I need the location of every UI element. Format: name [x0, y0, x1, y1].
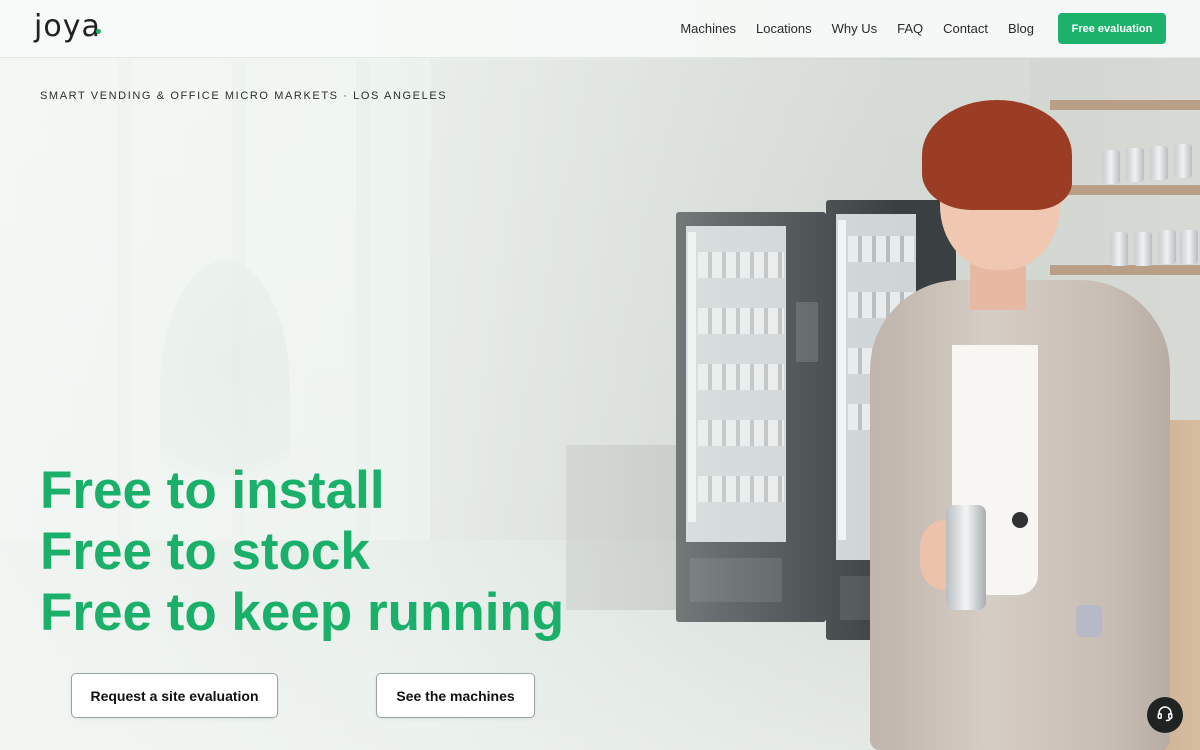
- headset-icon: [1156, 704, 1174, 727]
- nav-locations[interactable]: Locations: [756, 21, 812, 36]
- request-site-evaluation-button[interactable]: Request a site evaluation: [71, 673, 278, 718]
- see-the-machines-button[interactable]: See the machines: [376, 673, 535, 718]
- nav-machines[interactable]: Machines: [680, 21, 736, 36]
- headline-line-3: Free to keep running: [40, 583, 565, 642]
- hero-headline: Free to install Free to stock Free to ke…: [40, 460, 564, 643]
- support-chat-button[interactable]: [1147, 697, 1183, 733]
- nav-blog[interactable]: Blog: [1008, 21, 1034, 36]
- nav-faq[interactable]: FAQ: [897, 21, 923, 36]
- nav-why-us[interactable]: Why Us: [832, 21, 878, 36]
- hero-eyebrow: SMART VENDING & OFFICE MICRO MARKETS · L…: [40, 90, 448, 102]
- top-nav: joya Machines Locations Why Us FAQ Conta…: [0, 0, 1200, 58]
- main-menu: Machines Locations Why Us FAQ Contact Bl…: [680, 0, 1034, 57]
- joya-logo[interactable]: joya: [34, 10, 101, 44]
- headline-line-2: Free to stock: [40, 522, 370, 581]
- nav-contact[interactable]: Contact: [943, 21, 988, 36]
- free-evaluation-button[interactable]: Free evaluation: [1058, 13, 1166, 44]
- headline-line-1: Free to install: [40, 461, 385, 520]
- logo-dot: [96, 29, 101, 34]
